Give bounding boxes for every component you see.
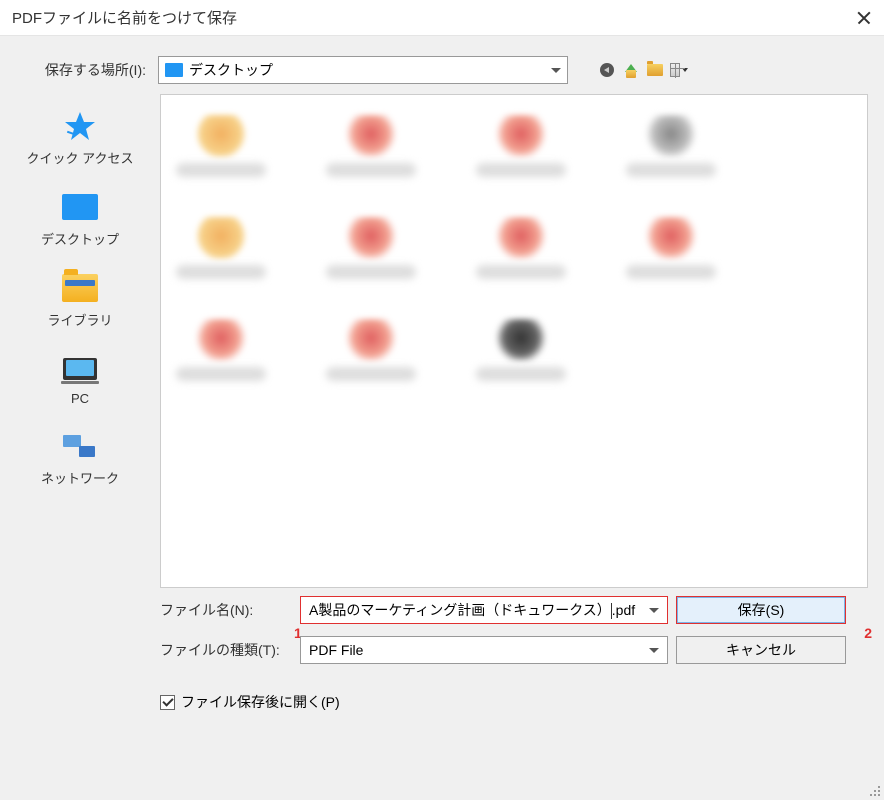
file-label-redacted bbox=[326, 265, 416, 279]
file-item[interactable] bbox=[171, 319, 271, 381]
file-icon bbox=[496, 319, 546, 361]
sidebar-item-label: クイック アクセス bbox=[27, 148, 134, 167]
bottom-form: ファイル名(N): A製品のマーケティング計画（ドキュワークス）.pdf 保存(… bbox=[0, 588, 884, 712]
chevron-down-icon bbox=[649, 608, 659, 613]
filename-label: ファイル名(N): bbox=[160, 600, 300, 620]
file-item[interactable] bbox=[621, 217, 721, 279]
quick-access-icon bbox=[56, 108, 104, 144]
file-item[interactable] bbox=[471, 217, 571, 279]
file-label-redacted bbox=[476, 367, 566, 381]
file-item[interactable] bbox=[621, 115, 721, 177]
file-item[interactable] bbox=[321, 115, 421, 177]
resize-grip[interactable] bbox=[868, 784, 880, 796]
view-menu-button[interactable] bbox=[670, 61, 688, 79]
sidebar-item-label: ライブラリ bbox=[47, 310, 112, 329]
window-title: PDFファイルに名前をつけて保存 bbox=[12, 7, 237, 28]
sidebar-item-desktop[interactable]: デスクトップ bbox=[41, 189, 119, 248]
network-icon bbox=[56, 428, 104, 464]
chevron-down-icon bbox=[649, 648, 659, 653]
toolbar-icons bbox=[598, 61, 688, 79]
open-after-label: ファイル保存後に開く(P) bbox=[181, 692, 340, 712]
nav-back-button[interactable] bbox=[598, 61, 616, 79]
file-label-redacted bbox=[176, 265, 266, 279]
folder-icon bbox=[196, 217, 246, 259]
library-icon bbox=[56, 270, 104, 306]
file-item[interactable] bbox=[171, 217, 271, 279]
location-value: デスクトップ bbox=[189, 60, 551, 80]
folder-icon bbox=[646, 217, 696, 259]
open-after-checkbox[interactable] bbox=[160, 695, 175, 710]
file-label-redacted bbox=[476, 265, 566, 279]
location-combo[interactable]: デスクトップ bbox=[158, 56, 568, 84]
sidebar-item-quickaccess[interactable]: クイック アクセス bbox=[27, 108, 134, 167]
folder-icon bbox=[196, 115, 246, 157]
sidebar-item-label: PC bbox=[71, 391, 89, 406]
cancel-button[interactable]: キャンセル bbox=[676, 636, 846, 664]
file-item[interactable] bbox=[471, 115, 571, 177]
main-area: クイック アクセス デスクトップ ライブラリ PC ネットワーク bbox=[0, 94, 884, 588]
file-label-redacted bbox=[626, 265, 716, 279]
location-label: 保存する場所(I): bbox=[16, 60, 146, 80]
back-icon bbox=[600, 63, 614, 77]
grid-view-icon bbox=[670, 63, 680, 77]
file-item[interactable] bbox=[471, 319, 571, 381]
chevron-down-icon bbox=[551, 68, 561, 73]
filetype-select[interactable]: PDF File bbox=[300, 636, 668, 664]
titlebar: PDFファイルに名前をつけて保存 bbox=[0, 0, 884, 36]
sidebar-item-libraries[interactable]: ライブラリ bbox=[47, 270, 112, 329]
folder-icon bbox=[346, 115, 396, 157]
folder-icon bbox=[647, 64, 663, 76]
desktop-icon bbox=[56, 189, 104, 225]
pc-icon bbox=[56, 351, 104, 387]
file-label-redacted bbox=[326, 163, 416, 177]
file-item[interactable] bbox=[321, 319, 421, 381]
folder-icon bbox=[346, 217, 396, 259]
folder-icon bbox=[496, 217, 546, 259]
file-label-redacted bbox=[626, 163, 716, 177]
folder-icon bbox=[496, 115, 546, 157]
file-label-redacted bbox=[326, 367, 416, 381]
open-after-save-row: ファイル保存後に開く(P) bbox=[160, 692, 868, 712]
file-item[interactable] bbox=[171, 115, 271, 177]
places-sidebar: クイック アクセス デスクトップ ライブラリ PC ネットワーク bbox=[0, 94, 160, 588]
close-icon[interactable] bbox=[856, 10, 872, 26]
filename-row: ファイル名(N): A製品のマーケティング計画（ドキュワークス）.pdf 保存(… bbox=[160, 596, 868, 624]
file-list-pane[interactable] bbox=[160, 94, 868, 588]
folder-icon bbox=[196, 319, 246, 361]
new-folder-button[interactable] bbox=[646, 61, 664, 79]
file-item[interactable] bbox=[321, 217, 421, 279]
folder-icon bbox=[346, 319, 396, 361]
folder-icon bbox=[646, 115, 696, 157]
sidebar-item-label: ネットワーク bbox=[41, 468, 119, 487]
file-label-redacted bbox=[176, 367, 266, 381]
filename-value: A製品のマーケティング計画（ドキュワークス）.pdf bbox=[309, 600, 659, 620]
filename-input[interactable]: A製品のマーケティング計画（ドキュワークス）.pdf bbox=[300, 596, 668, 624]
sidebar-item-network[interactable]: ネットワーク bbox=[41, 428, 119, 487]
location-row: 保存する場所(I): デスクトップ bbox=[0, 36, 884, 94]
file-label-redacted bbox=[176, 163, 266, 177]
up-one-level-button[interactable] bbox=[622, 61, 640, 79]
sidebar-item-pc[interactable]: PC bbox=[56, 351, 104, 406]
sidebar-item-label: デスクトップ bbox=[41, 229, 119, 248]
filetype-value: PDF File bbox=[309, 642, 363, 658]
filetype-label: ファイルの種類(T): bbox=[160, 640, 300, 660]
desktop-mini-icon bbox=[165, 63, 183, 77]
save-button[interactable]: 保存(S) bbox=[676, 596, 846, 624]
file-label-redacted bbox=[476, 163, 566, 177]
up-folder-icon bbox=[625, 64, 637, 76]
filetype-row: ファイルの種類(T): PDF File キャンセル bbox=[160, 636, 868, 664]
